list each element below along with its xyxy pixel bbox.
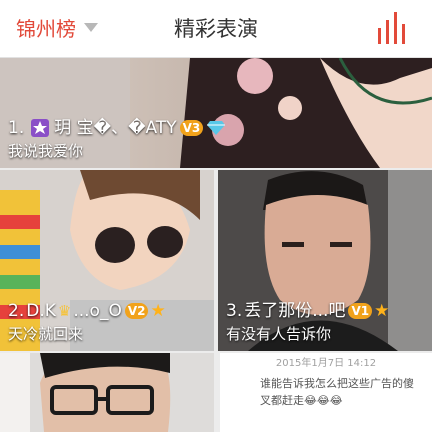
rank-number: 2.	[8, 301, 25, 321]
rank-number: 3.	[226, 301, 243, 321]
vip-level-badge: V3	[179, 120, 204, 136]
top-bar: 锦州榜 精彩表演	[0, 0, 432, 58]
vip-level-badge: V1	[348, 303, 373, 319]
card-caption: 3. 丢了那份...吧 V1 ★ 有没有人告诉你	[218, 299, 432, 351]
performer-name-part: D.K	[26, 301, 56, 321]
performer-name-row: 3. 丢了那份...吧 V1 ★	[226, 299, 424, 323]
card-caption: 2. D.K ♛ ...o_O V2 ★ 天冷就回来	[0, 299, 214, 351]
star-icon: ★	[150, 301, 166, 321]
performer-name-row: 1. 玥 宝�、�ATY V3	[8, 116, 424, 140]
ranking-button[interactable]	[376, 10, 412, 46]
performer-name: 玥 宝�、�ATY	[54, 118, 177, 138]
bar-chart-icon	[378, 12, 405, 44]
vip-level-icon	[31, 119, 50, 137]
card-caption: 1. 玥 宝�、�ATY V3 我说我爱你	[0, 116, 432, 168]
performance-title: 天冷就回来	[8, 325, 84, 343]
performer-card-1[interactable]: 1. 玥 宝�、�ATY V3 我说我爱你	[0, 58, 432, 168]
performer-name-row: 2. D.K ♛ ...o_O V2 ★	[8, 299, 206, 323]
performer-card-2[interactable]: 2. D.K ♛ ...o_O V2 ★ 天冷就回来	[0, 170, 214, 351]
rank-number: 1.	[8, 118, 25, 138]
diamond-icon	[207, 121, 226, 135]
performer-name-part: ...o_O	[73, 301, 122, 321]
star-icon: ★	[374, 301, 390, 321]
performer-card-3[interactable]: 3. 丢了那份...吧 V1 ★ 有没有人告诉你	[218, 170, 432, 351]
performer-photo	[0, 353, 214, 432]
performer-name: 丢了那份...吧	[244, 301, 346, 321]
post-timestamp: 2015年1月7日 14:12	[275, 358, 377, 369]
vip-level-badge: V2	[124, 303, 149, 319]
crown-icon: ♛	[57, 302, 72, 320]
performer-card-4[interactable]	[0, 353, 214, 432]
post-text: 谁能告诉我怎么把这些广告的傻叉都赶走😂😂😂	[260, 377, 414, 407]
performance-title: 有没有人告诉你	[226, 325, 332, 343]
post-card[interactable]: 2015年1月7日 14:12 谁能告诉我怎么把这些广告的傻叉都赶走😂😂😂	[220, 353, 432, 432]
performance-title: 我说我爱你	[8, 142, 84, 160]
page-title: 精彩表演	[174, 17, 258, 41]
